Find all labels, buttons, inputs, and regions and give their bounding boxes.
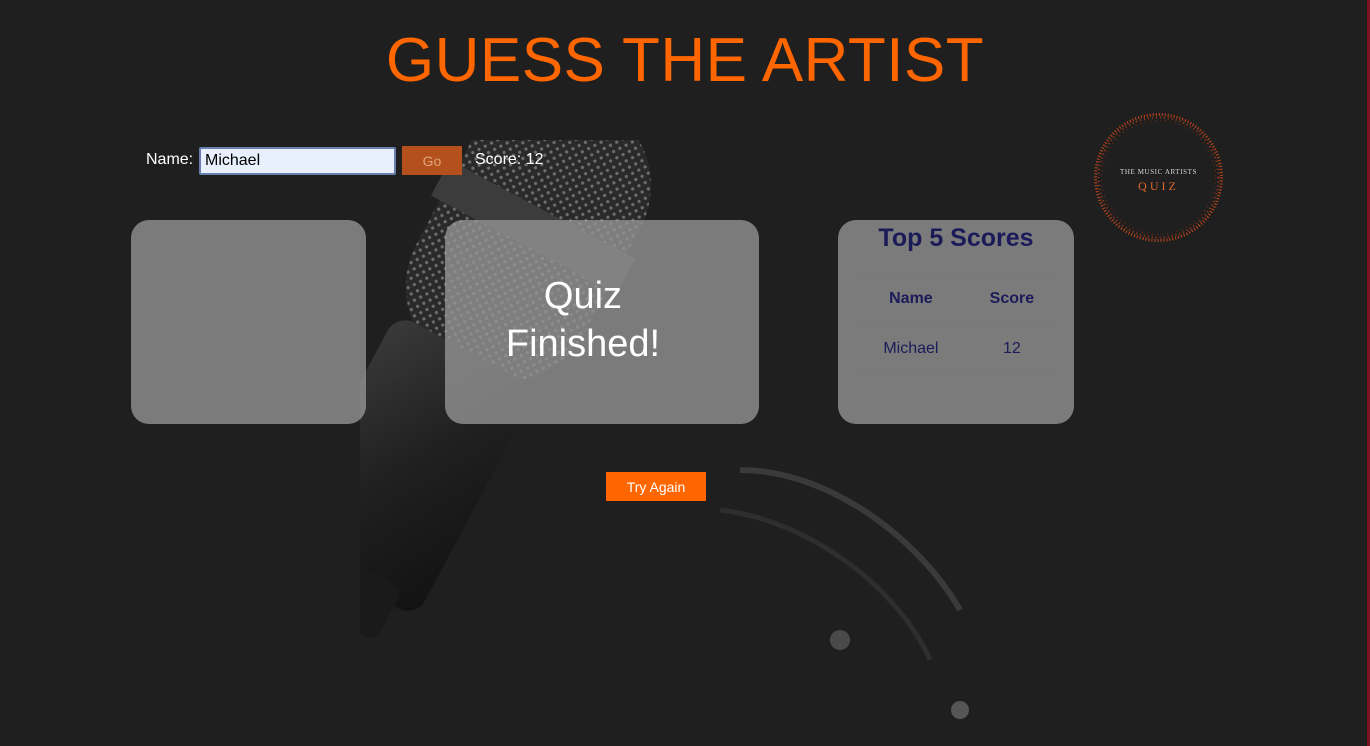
leaderboard-panel: Top 5 Scores Name Score Michael 12 (838, 220, 1074, 424)
row-score: 12 (966, 323, 1057, 374)
quiz-finished-message: Quiz Finished! (445, 272, 721, 368)
score-display: Score: 12 (475, 151, 544, 168)
column-header-score: Score (966, 273, 1057, 324)
logo-line1: THE MUSIC ARTISTS (1120, 168, 1197, 176)
artist-image-panel (131, 220, 366, 424)
leaderboard-table: Name Score Michael 12 (855, 273, 1057, 374)
quiz-message-line2: Finished! (505, 323, 661, 365)
logo-line2: QUIZ (1138, 179, 1179, 193)
go-button[interactable]: Go (402, 146, 462, 175)
page-title: GUESS THE ARTIST (385, 26, 985, 95)
name-input[interactable] (199, 147, 396, 175)
table-row: Michael 12 (855, 323, 1057, 374)
leaderboard-title: Top 5 Scores (878, 224, 1034, 252)
music-quiz-logo-icon: THE MUSIC ARTISTS QUIZ (1094, 113, 1223, 242)
row-name: Michael (855, 323, 967, 374)
question-panel: Quiz Finished! (445, 220, 759, 424)
quiz-message-line1: Quiz (543, 275, 623, 317)
try-again-button[interactable]: Try Again (606, 472, 706, 501)
name-label: Name: (146, 151, 194, 168)
leaderboard-header-row: Name Score (855, 273, 1057, 324)
column-header-name: Name (855, 273, 967, 324)
